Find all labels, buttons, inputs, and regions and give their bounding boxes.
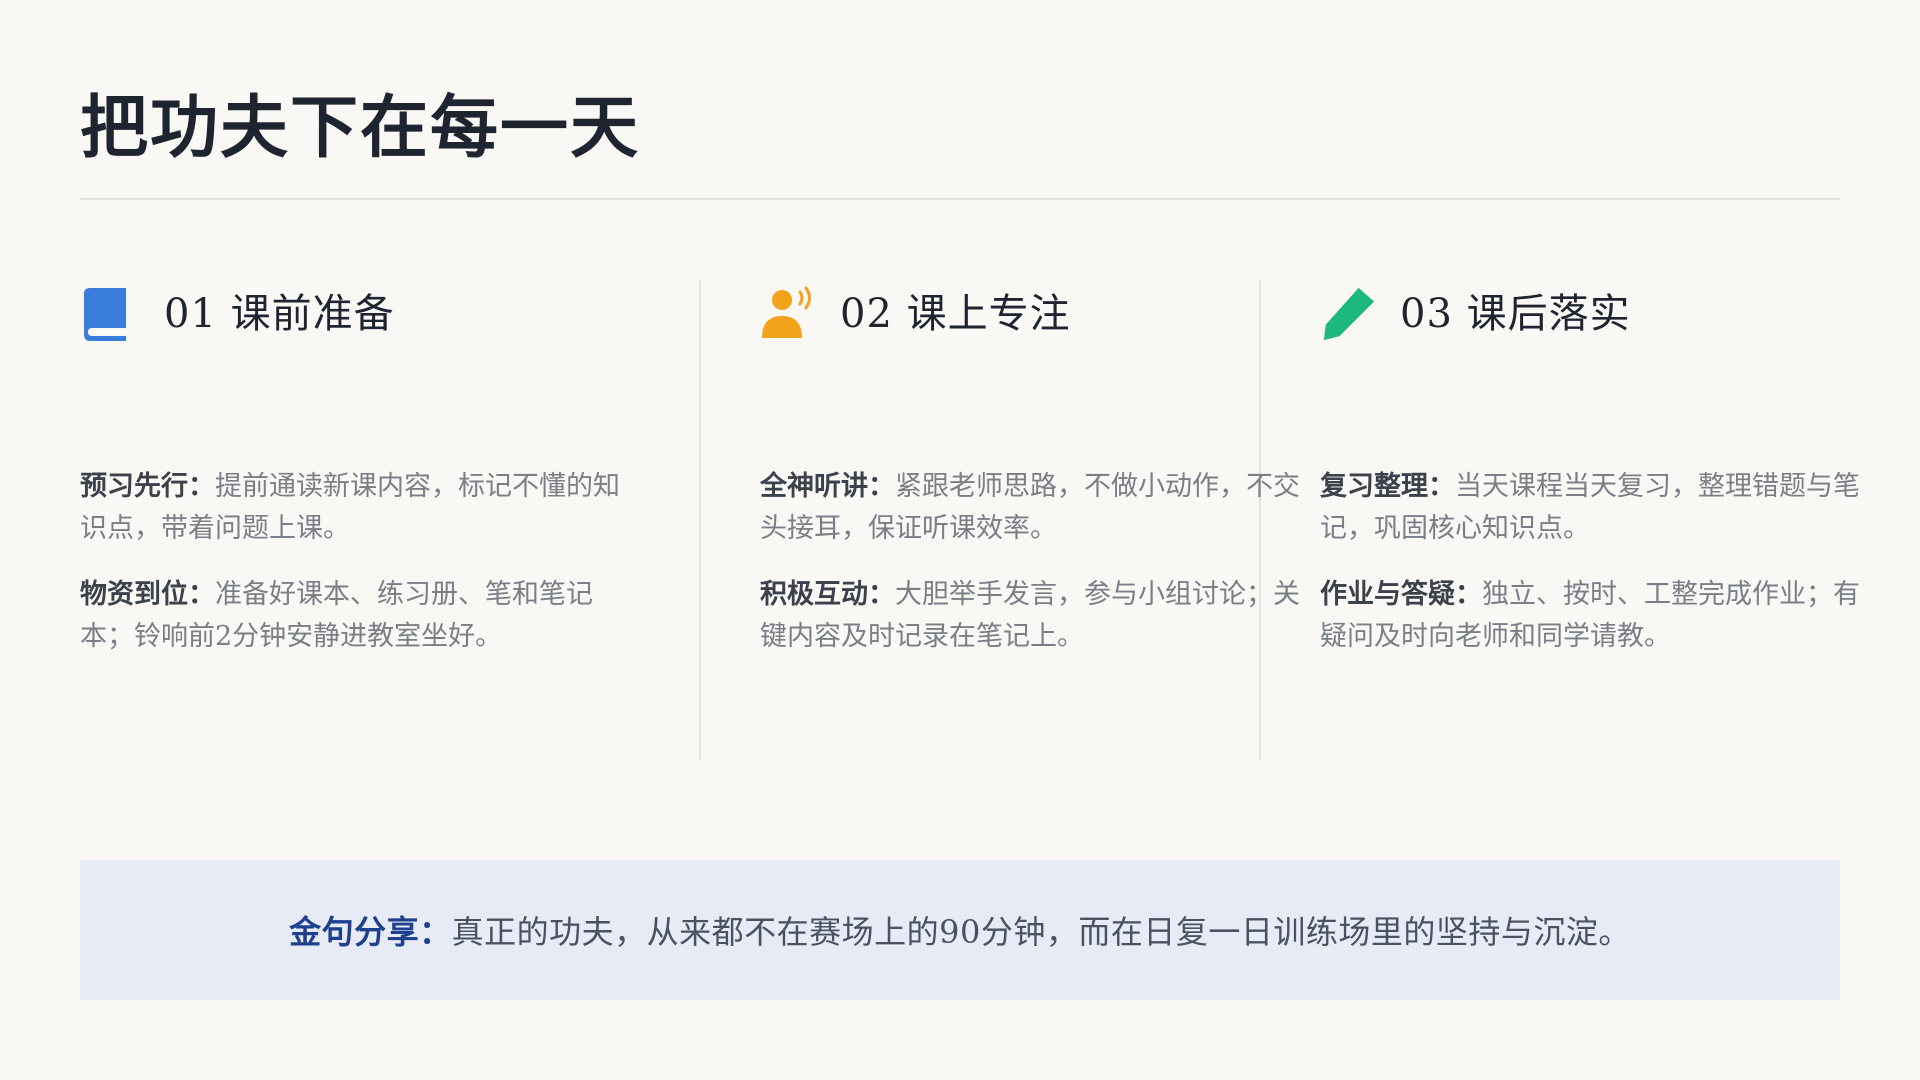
list-item: 作业与答疑：独立、按时、工整完成作业；有疑问及时向老师和同学请教。 <box>1320 579 1860 652</box>
listening-person-icon <box>760 282 816 346</box>
column-divider <box>699 280 701 760</box>
column-after-class: 03 课后落实 复习整理：当天课程当天复习，整理错题与笔记，巩固核心知识点。 作… <box>1320 282 1860 682</box>
quote-box: 金句分享：真正的功夫，从来都不在赛场上的90分钟，而在日复一日训练场里的坚持与沉… <box>80 860 1840 1000</box>
quote-label: 金句分享： <box>289 913 452 951</box>
list-item: 全神听讲：紧跟老师思路，不做小动作，不交头接耳，保证听课效率。 <box>760 471 1300 544</box>
list-item: 物资到位：准备好课本、练习册、笔和笔记本；铃响前2分钟安静进教室坐好。 <box>80 579 593 652</box>
list-item: 预习先行：提前通读新课内容，标记不懂的知识点，带着问题上课。 <box>80 471 620 544</box>
column-title: 03 课后落实 <box>1400 291 1631 337</box>
column-header: 02 课上专注 <box>760 282 1300 346</box>
column-title: 01 课前准备 <box>164 291 395 337</box>
pencil-icon <box>1320 282 1376 346</box>
list-item: 积极互动：大胆举手发言，参与小组讨论；关键内容及时记录在笔记上。 <box>760 579 1300 652</box>
column-in-class: 02 课上专注 全神听讲：紧跟老师思路，不做小动作，不交头接耳，保证听课效率。 … <box>760 282 1300 682</box>
list-item: 复习整理：当天课程当天复习，整理错题与笔记，巩固核心知识点。 <box>1320 471 1860 544</box>
column-header: 01 课前准备 <box>80 282 620 346</box>
column-before-class: 01 课前准备 预习先行：提前通读新课内容，标记不懂的知识点，带着问题上课。 物… <box>80 282 620 682</box>
title-divider <box>80 198 1840 200</box>
column-header: 03 课后落实 <box>1320 282 1860 346</box>
quote-text: 金句分享：真正的功夫，从来都不在赛场上的90分钟，而在日复一日训练场里的坚持与沉… <box>289 913 1631 951</box>
book-icon <box>80 282 136 346</box>
column-title: 02 课上专注 <box>840 291 1071 337</box>
page-title: 把功夫下在每一天 <box>80 88 641 168</box>
